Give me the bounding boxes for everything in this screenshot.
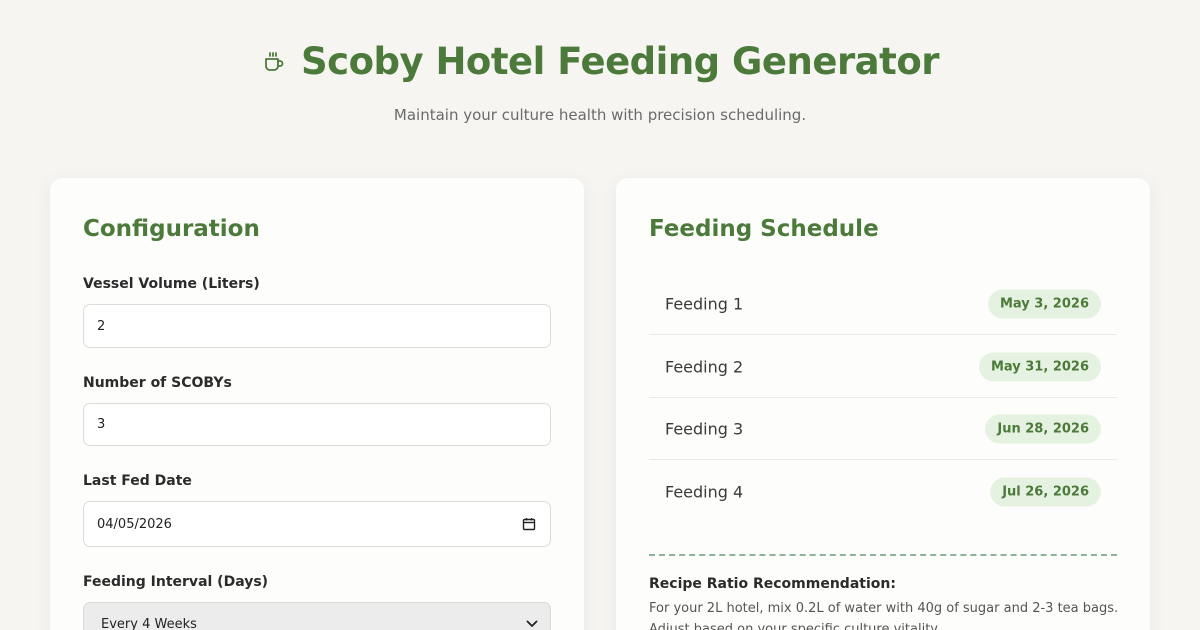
feeding-interval-label: Feeding Interval (Days): [83, 574, 269, 590]
recipe-title: Recipe Ratio Recommendation:: [649, 576, 896, 592]
feeding-interval-select[interactable]: Every 4 Weeks: [83, 602, 551, 630]
configuration-title: Configuration: [83, 216, 260, 242]
schedule-row: Feeding 1 May 3, 2026: [649, 273, 1117, 335]
page-header: Scoby Hotel Feeding Generator: [0, 40, 1200, 83]
feeding-schedule-card: Feeding Schedule Feeding 1 May 3, 2026 F…: [616, 178, 1150, 630]
recipe-text: For your 2L hotel, mix 0.2L of water wit…: [649, 601, 1119, 630]
last-fed-date-input[interactable]: 04/05/2026: [83, 501, 551, 547]
vessel-volume-label: Vessel Volume (Liters): [83, 276, 260, 292]
schedule-row-label: Feeding 3: [665, 419, 744, 438]
schedule-row-label: Feeding 2: [665, 357, 744, 376]
schedule-date-badge: Jul 26, 2026: [990, 477, 1101, 507]
calendar-icon[interactable]: [522, 517, 536, 531]
page-subtitle: Maintain your culture health with precis…: [393, 106, 807, 124]
last-fed-date-value: 04/05/2026: [97, 516, 172, 532]
configuration-card: Configuration Vessel Volume (Liters) 2 N…: [50, 178, 584, 630]
schedule-row: Feeding 3 Jun 28, 2026: [649, 398, 1117, 460]
schedule-row: Feeding 4 Jul 26, 2026: [649, 461, 1117, 523]
scoby-count-input[interactable]: 3: [83, 403, 551, 446]
coffee-mug-icon: [261, 49, 287, 75]
schedule-row: Feeding 2 May 31, 2026: [649, 336, 1117, 398]
schedule-date-badge: Jun 28, 2026: [985, 414, 1101, 443]
last-fed-date-label: Last Fed Date: [83, 473, 192, 489]
feeding-interval-value: Every 4 Weeks: [101, 616, 197, 630]
feeding-schedule-title: Feeding Schedule: [649, 216, 879, 242]
scoby-count-value: 3: [97, 417, 106, 432]
page-title: Scoby Hotel Feeding Generator: [300, 40, 940, 83]
vessel-volume-input[interactable]: 2: [83, 304, 551, 348]
schedule-row-label: Feeding 1: [665, 294, 744, 313]
schedule-date-badge: May 3, 2026: [987, 289, 1101, 318]
schedule-date-badge: May 31, 2026: [978, 352, 1101, 381]
vessel-volume-value: 2: [97, 318, 106, 334]
recipe-divider: [649, 554, 1117, 556]
chevron-down-icon: [526, 617, 538, 630]
scoby-count-label: Number of SCOBYs: [83, 375, 232, 391]
schedule-row-label: Feeding 4: [665, 482, 744, 502]
